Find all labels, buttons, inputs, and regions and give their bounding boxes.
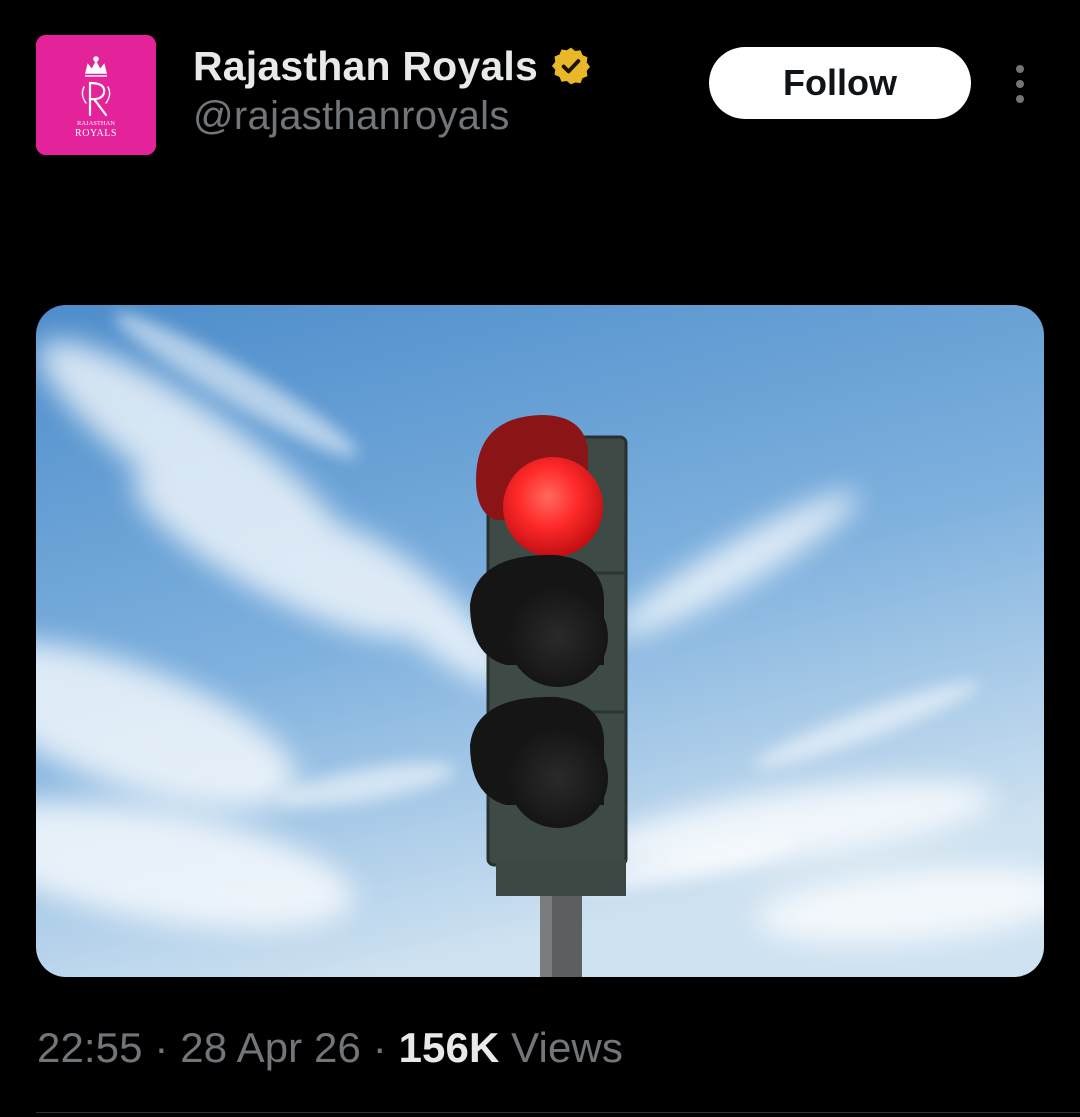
meta-separator: ·: [142, 1024, 181, 1071]
tweet-meta: 22:55 · 28 Apr 26 · 156K Views: [37, 1024, 623, 1072]
follow-button[interactable]: Follow: [709, 47, 971, 119]
rajasthan-royals-logo: RAJASTHAN ROYALS: [36, 35, 156, 155]
meta-separator: ·: [360, 1024, 399, 1071]
views-label[interactable]: Views: [499, 1024, 623, 1071]
more-vertical-icon: [1016, 65, 1024, 103]
name-row: Rajasthan Royals: [193, 40, 592, 92]
tweet: RAJASTHAN ROYALS Rajasthan Royals @rajas…: [0, 0, 1080, 1117]
more-options-button[interactable]: [1000, 58, 1040, 110]
author-block: Rajasthan Royals @rajasthanroyals: [193, 40, 592, 139]
tweet-date[interactable]: 28 Apr 26: [180, 1024, 361, 1071]
logo-text-top: RAJASTHAN: [77, 120, 115, 127]
logo-text-bottom: ROYALS: [75, 128, 117, 139]
tweet-media-image[interactable]: [36, 305, 1044, 977]
tweet-time[interactable]: 22:55: [37, 1024, 143, 1071]
author-name[interactable]: Rajasthan Royals: [193, 43, 538, 90]
author-handle[interactable]: @rajasthanroyals: [193, 94, 592, 139]
views-count[interactable]: 156K: [399, 1024, 500, 1071]
traffic-light-photo: [36, 305, 1044, 977]
verified-badge-gold-icon[interactable]: [550, 45, 592, 87]
divider: [36, 1112, 1080, 1113]
avatar[interactable]: RAJASTHAN ROYALS: [36, 35, 156, 155]
